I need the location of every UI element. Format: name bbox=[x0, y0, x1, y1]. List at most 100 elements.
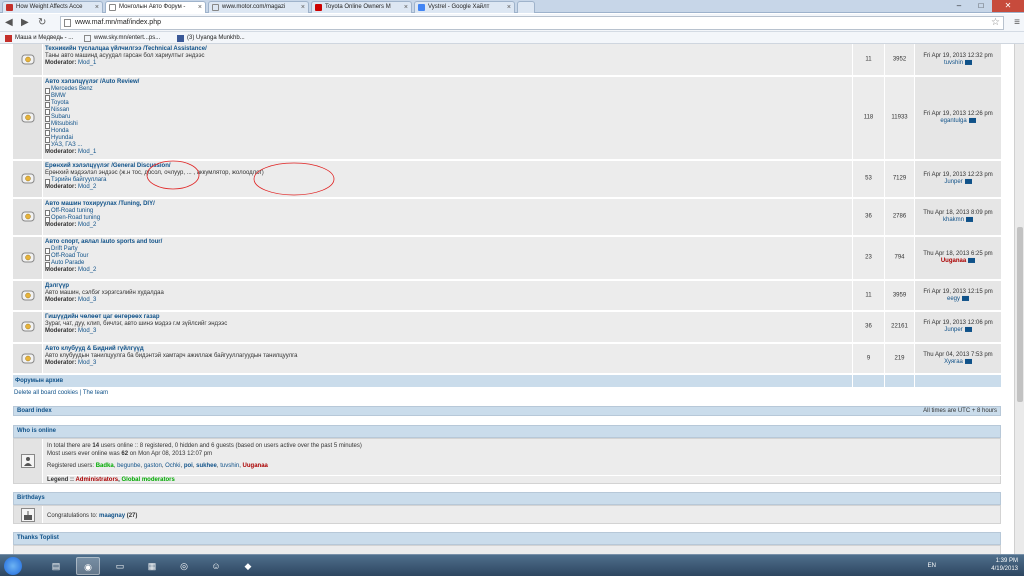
star-icon[interactable]: ☆ bbox=[991, 17, 1000, 29]
tab-5[interactable]: Vystrel - Google Хайлт × bbox=[414, 1, 515, 13]
forward-icon[interactable]: ▶ bbox=[21, 16, 29, 30]
posts-count: 2786 bbox=[884, 199, 914, 235]
start-button[interactable] bbox=[4, 557, 22, 575]
language-indicator[interactable]: EN bbox=[928, 562, 936, 570]
dota-icon[interactable]: ◆ bbox=[236, 557, 260, 575]
subforum-link[interactable]: Mitsubishi bbox=[45, 121, 845, 129]
last-post-user[interactable]: Junper bbox=[944, 179, 962, 185]
folder-icon[interactable]: ▭ bbox=[108, 557, 132, 575]
legend-admin[interactable]: Administrators bbox=[75, 477, 118, 483]
last-post: Fri Apr 19, 2013 12:15 pm eegy bbox=[914, 281, 1001, 310]
maximize-icon[interactable]: □ bbox=[970, 0, 992, 12]
online-user-link[interactable]: Ochki bbox=[165, 463, 180, 469]
bookmark-2[interactable]: www.sky.mn/entert...ps... bbox=[83, 33, 160, 43]
subforum-link[interactable]: Subaru bbox=[45, 114, 845, 122]
forum-title-link[interactable]: Авто спорт, аялал /auto sports and tour/ bbox=[45, 239, 845, 246]
bookmark-1[interactable]: Маша и Медведь - ... bbox=[4, 33, 73, 43]
scrollbar-thumb[interactable] bbox=[1017, 227, 1023, 402]
reload-icon[interactable]: ↻ bbox=[38, 16, 46, 30]
posts-count: 3959 bbox=[884, 281, 914, 310]
online-user-link[interactable]: begunbe bbox=[117, 463, 140, 469]
board-index-link[interactable]: Board index bbox=[17, 408, 52, 414]
subforum-link[interactable]: BMW bbox=[45, 93, 845, 101]
subforum-link[interactable]: Nissan bbox=[45, 107, 845, 115]
subforum-link[interactable]: Off-Road tuning bbox=[45, 208, 845, 216]
last-post-user[interactable]: tuvshin bbox=[944, 60, 963, 66]
birthday-user[interactable]: maagnay bbox=[99, 513, 125, 519]
explorer-icon[interactable]: ▤ bbox=[44, 557, 68, 575]
tab-3[interactable]: www.motor.com/magazi × bbox=[208, 1, 309, 13]
moderator-link[interactable]: Mod_3 bbox=[78, 297, 96, 303]
moderator-link[interactable]: Mod_3 bbox=[78, 328, 96, 334]
moderator-link[interactable]: Mod_1 bbox=[78, 60, 96, 66]
view-latest-post-icon[interactable] bbox=[962, 295, 969, 301]
view-latest-post-icon[interactable] bbox=[968, 257, 976, 263]
online-user-link[interactable]: Badka bbox=[96, 463, 114, 469]
forum-title-link[interactable]: Техникийн туслалцаа үйлчилгээ /Technical… bbox=[45, 46, 845, 53]
close-icon[interactable]: × bbox=[404, 2, 408, 13]
last-post-user[interactable]: khakmn bbox=[943, 217, 964, 223]
last-post-date: Thu Apr 04, 2013 7:53 pm bbox=[923, 351, 993, 358]
subforum-link[interactable]: Toyota bbox=[45, 100, 845, 108]
bookmark-3[interactable]: (3) Uyanga Munkhb... bbox=[176, 33, 245, 43]
subforum-link[interactable]: УАЗ, ГАЗ ... bbox=[45, 142, 845, 150]
moderator-link[interactable]: Mod_1 bbox=[78, 149, 96, 155]
last-post-user[interactable]: eegy bbox=[947, 296, 960, 302]
view-latest-post-icon[interactable] bbox=[964, 326, 972, 332]
subforum-link[interactable]: Honda bbox=[45, 128, 845, 136]
timezone-text: All times are UTC + 8 hours bbox=[923, 408, 997, 414]
posts-count: 11933 bbox=[884, 77, 914, 159]
archive-link[interactable]: Форумын архив bbox=[15, 378, 63, 384]
subforum-link[interactable]: Open-Road tuning bbox=[45, 215, 845, 223]
moderator-link[interactable]: Mod_2 bbox=[78, 222, 96, 228]
subforum-link[interactable]: Off-Road Tour bbox=[45, 253, 845, 261]
online-user-link[interactable]: tuvshin bbox=[220, 463, 239, 469]
subforum-link[interactable]: Drift Party bbox=[45, 246, 845, 254]
last-post-user[interactable]: Junper bbox=[944, 327, 962, 333]
address-bar[interactable]: www.maf.mn/maf/index.php ☆ bbox=[60, 16, 1004, 30]
subforum-link[interactable]: Mercedes Benz bbox=[45, 86, 845, 94]
minimize-icon[interactable]: – bbox=[948, 0, 970, 12]
moderator-link[interactable]: Mod_3 bbox=[78, 360, 96, 366]
new-tab-button[interactable] bbox=[517, 1, 535, 13]
close-icon[interactable]: × bbox=[198, 2, 202, 13]
back-icon[interactable]: ◀ bbox=[5, 16, 13, 30]
view-latest-post-icon[interactable] bbox=[966, 216, 973, 222]
page-scrollbar[interactable] bbox=[1014, 44, 1024, 554]
forum-title-link[interactable]: Авто хэлэлцүүлэг /Auto Review/ bbox=[45, 79, 845, 86]
close-window-icon[interactable]: ✕ bbox=[992, 0, 1024, 12]
close-icon[interactable]: × bbox=[507, 2, 511, 13]
last-post-user[interactable]: Хуягаа bbox=[944, 359, 963, 365]
clock-date[interactable]: 4/19/2013 bbox=[991, 566, 1018, 572]
legend-moderators[interactable]: Global moderators bbox=[121, 477, 174, 483]
online-user-link[interactable]: gaston bbox=[144, 463, 162, 469]
online-user-link[interactable]: Uuganaa bbox=[243, 463, 268, 469]
tab-1[interactable]: How Weight Affects Acce × bbox=[2, 1, 103, 13]
steam-icon[interactable]: ◎ bbox=[172, 557, 196, 575]
subforum-link[interactable]: Hyundai bbox=[45, 135, 845, 143]
close-icon[interactable]: × bbox=[301, 2, 305, 13]
yahoo-messenger-icon[interactable]: ☺ bbox=[204, 557, 228, 575]
online-user-link[interactable]: sukhee bbox=[196, 463, 217, 469]
view-latest-post-icon[interactable] bbox=[968, 117, 976, 123]
forum-title-link[interactable]: Гишүүдийн чөлөөт цаг өнгөрөөх газар bbox=[45, 314, 845, 321]
footer-links[interactable]: Delete all board cookies | The team bbox=[14, 390, 108, 396]
tab-2-active[interactable]: Монголын Авто Форум - × bbox=[105, 1, 206, 13]
clock-time[interactable]: 1:39 PM bbox=[996, 558, 1018, 564]
last-post-user[interactable]: Uuganaa bbox=[941, 258, 966, 264]
close-icon[interactable]: × bbox=[95, 2, 99, 13]
view-latest-post-icon[interactable] bbox=[964, 358, 972, 364]
forum-title-link[interactable]: Авто клубууд & Бидний гүйлгүүд bbox=[45, 346, 845, 353]
online-user-link[interactable]: poi bbox=[184, 463, 193, 469]
last-post-user[interactable]: egantulga bbox=[940, 118, 966, 124]
subforum-link[interactable]: Auto Parade bbox=[45, 260, 845, 268]
chrome-icon[interactable]: ◉ bbox=[76, 557, 100, 575]
moderator-link[interactable]: Mod_2 bbox=[78, 184, 96, 190]
view-latest-post-icon[interactable] bbox=[964, 178, 972, 184]
view-latest-post-icon[interactable] bbox=[965, 59, 972, 65]
moderator-link[interactable]: Mod_2 bbox=[78, 267, 96, 273]
forum-title-link[interactable]: Дэлгүүр bbox=[45, 283, 845, 290]
menu-icon[interactable]: ≡ bbox=[1014, 17, 1020, 28]
tab-4[interactable]: Toyota Online Owners M × bbox=[311, 1, 412, 13]
excel-icon[interactable]: ▦ bbox=[140, 557, 164, 575]
